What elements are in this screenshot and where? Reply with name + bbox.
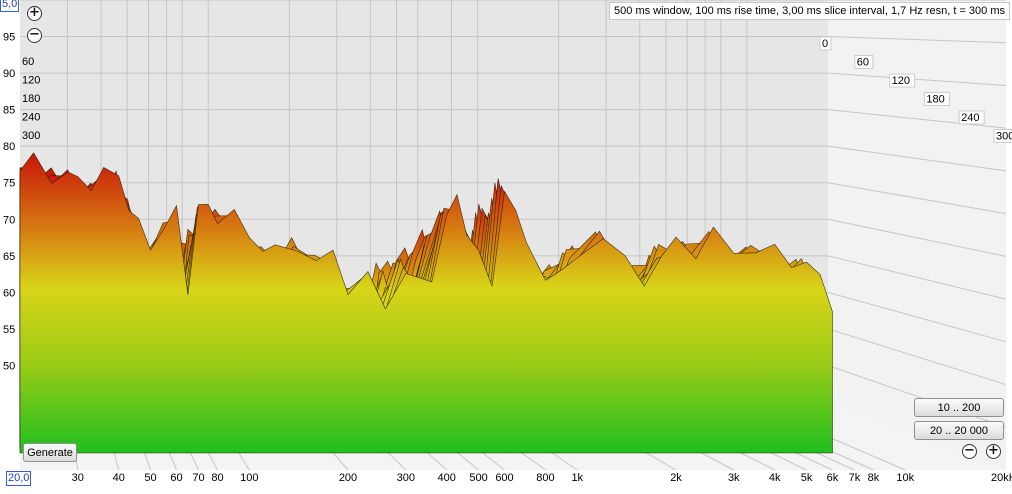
time-tick-label-left: 60 xyxy=(22,56,34,68)
y-tick-label: 50 xyxy=(3,360,15,372)
time-tick-label-left: 180 xyxy=(22,93,40,105)
x-tick-label: 2k xyxy=(670,472,682,484)
time-tick-label: 240 xyxy=(961,112,979,124)
x-tick-label: 60 xyxy=(170,472,182,484)
y-tick-label: 80 xyxy=(3,141,15,153)
x-axis-start-value[interactable]: 20,0 xyxy=(6,471,32,486)
time-tick-label: 300 xyxy=(996,131,1012,143)
y-tick-label: 85 xyxy=(3,105,15,117)
zoom-out-horizontal-icon[interactable]: − xyxy=(962,444,977,459)
time-tick-label-left: 240 xyxy=(22,112,40,124)
x-tick-label: 100 xyxy=(240,472,258,484)
zoom-in-horizontal-icon[interactable]: + xyxy=(986,444,1001,459)
x-tick-label: 200 xyxy=(339,472,357,484)
range-20-20000-button[interactable]: 20 .. 20 000 xyxy=(914,421,1004,440)
x-tick-label: 1k xyxy=(571,472,583,484)
time-tick-label: 60 xyxy=(857,57,869,69)
time-tick-label: 0 xyxy=(822,38,828,50)
x-tick-label: 30 xyxy=(72,472,84,484)
time-tick-label: 180 xyxy=(926,94,944,106)
x-tick-label: 5k xyxy=(801,472,813,484)
x-tick-label: 8k xyxy=(868,472,880,484)
waterfall-plot-window: 30 40 50 60 70 80 100 200 300 400 500 600 800 1k 2k 3k 4… xyxy=(0,0,1012,489)
x-tick-label: 10k xyxy=(896,472,914,484)
x-axis-end-value: 20kHz xyxy=(991,472,1012,484)
y-tick-label: 60 xyxy=(3,287,15,299)
x-tick-label: 300 xyxy=(397,472,415,484)
time-tick-label-left: 300 xyxy=(22,130,40,142)
time-tick-label: 120 xyxy=(892,75,910,87)
x-tick-label: 40 xyxy=(113,472,125,484)
x-tick-label: 50 xyxy=(144,472,156,484)
x-tick-label: 6k xyxy=(827,472,839,484)
y-tick-label: 55 xyxy=(3,324,15,336)
y-tick-label: 70 xyxy=(3,214,15,226)
x-tick-label: 500 xyxy=(469,472,487,484)
y-tick-label: 95 xyxy=(3,32,15,44)
waterfall-chart: 30 40 50 60 70 80 100 200 300 400 500 600 800 1k 2k 3k 4… xyxy=(3,0,1012,484)
x-tick-label: 600 xyxy=(495,472,513,484)
x-tick-label: 400 xyxy=(438,472,456,484)
y-axis-top-value[interactable]: 5,0 xyxy=(0,0,20,12)
y-tick-label: 75 xyxy=(3,178,15,190)
generate-button[interactable]: Generate xyxy=(23,443,77,462)
x-tick-label: 80 xyxy=(211,472,223,484)
x-tick-label: 3k xyxy=(728,472,740,484)
y-tick-label: 65 xyxy=(3,251,15,263)
x-tick-label: 70 xyxy=(192,472,204,484)
x-tick-label: 7k xyxy=(849,472,861,484)
zoom-out-icon[interactable]: − xyxy=(27,28,42,43)
x-tick-label: 800 xyxy=(536,472,554,484)
y-tick-label: 90 xyxy=(3,68,15,80)
time-tick-label-left: 120 xyxy=(22,75,40,87)
info-readout: 500 ms window, 100 ms rise time, 3,00 ms… xyxy=(609,2,1010,20)
range-10-200-button[interactable]: 10 .. 200 xyxy=(914,398,1004,417)
x-tick-label: 4k xyxy=(769,472,781,484)
zoom-in-icon[interactable]: + xyxy=(27,6,42,21)
